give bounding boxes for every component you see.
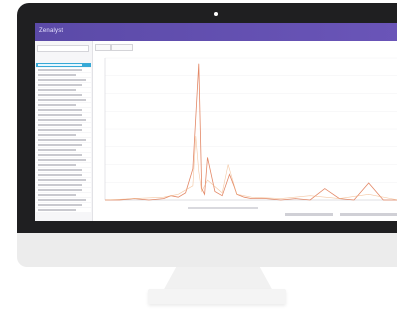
sidebar [35, 41, 93, 221]
sidebar-list-item[interactable] [36, 143, 91, 147]
sidebar-list-item[interactable] [36, 203, 91, 207]
sidebar-search-input[interactable] [37, 45, 89, 52]
chart-x-axis-caption [188, 207, 258, 209]
monitor-stand-neck [163, 267, 273, 291]
chart-series-line [104, 136, 397, 201]
sidebar-list-item[interactable] [36, 133, 91, 137]
sidebar-list-item[interactable] [36, 93, 91, 97]
sidebar-list-item[interactable] [36, 108, 91, 112]
sidebar-list-item[interactable] [36, 163, 91, 167]
sidebar-list-item[interactable] [36, 68, 91, 72]
sidebar-list-item[interactable] [36, 63, 91, 67]
monitor-screen: Zenalyst [35, 23, 397, 221]
sidebar-list-item[interactable] [36, 208, 91, 212]
app-brand: Zenalyst [39, 28, 64, 34]
chart-grid [105, 57, 397, 201]
sidebar-list-item[interactable] [36, 168, 91, 172]
sidebar-list-item[interactable] [36, 83, 91, 87]
sidebar-list-item[interactable] [36, 173, 91, 177]
sidebar-list-item[interactable] [36, 88, 91, 92]
sidebar-list-item[interactable] [36, 98, 91, 102]
app-header: Zenalyst [35, 23, 397, 41]
monitor-chin [17, 233, 397, 267]
sidebar-list-item[interactable] [36, 158, 91, 162]
chart-axes [104, 58, 397, 209]
sidebar-list-item[interactable] [36, 118, 91, 122]
sidebar-list-item[interactable] [36, 138, 91, 142]
sidebar-list-item[interactable] [36, 103, 91, 107]
sidebar-list-item[interactable] [36, 113, 91, 117]
chart-area[interactable] [93, 50, 397, 221]
sidebar-list-item[interactable] [36, 183, 91, 187]
status-bar-segment [285, 213, 333, 216]
sidebar-list-item[interactable] [36, 198, 91, 202]
sidebar-list-item[interactable] [36, 193, 91, 197]
sidebar-list-item[interactable] [36, 153, 91, 157]
sidebar-list [36, 63, 91, 217]
monitor-stand-base [148, 289, 286, 304]
camera-icon [214, 12, 218, 16]
status-bar-segment [340, 213, 397, 216]
chart-series [104, 63, 397, 201]
chart-series-line [105, 63, 397, 201]
sidebar-list-item[interactable] [36, 188, 91, 192]
sidebar-list-item[interactable] [36, 73, 91, 77]
sidebar-list-item[interactable] [36, 178, 91, 182]
sidebar-list-item[interactable] [36, 78, 91, 82]
chart-svg [104, 57, 397, 209]
sidebar-list-item[interactable] [36, 148, 91, 152]
sidebar-list-item[interactable] [36, 123, 91, 127]
sidebar-list-item[interactable] [36, 128, 91, 132]
